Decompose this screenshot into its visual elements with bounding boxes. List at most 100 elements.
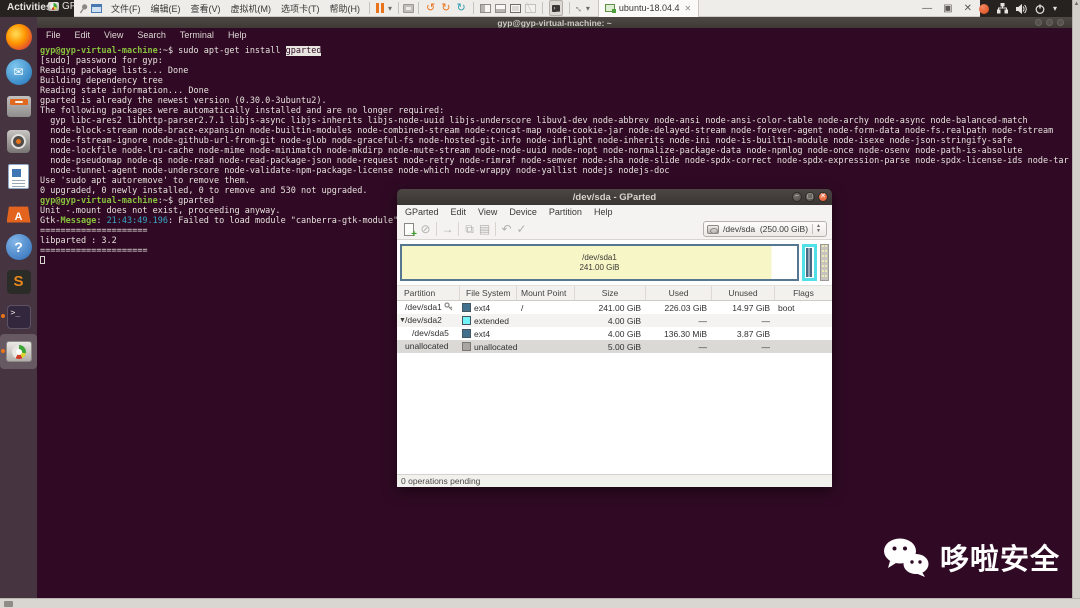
resize-move-button[interactable]: →	[440, 223, 455, 235]
new-partition-button[interactable]	[404, 222, 417, 240]
vmware-close-button[interactable]: ✕	[964, 3, 972, 14]
device-selector[interactable]: /dev/sda (250.00 GiB) ▲ ▼	[703, 221, 827, 237]
vm-pause-button[interactable]: ▾	[376, 3, 392, 13]
vm-snapshot-revert-icon[interactable]: ↻	[441, 2, 450, 14]
gparted-titlebar[interactable]: /dev/sda - GParted − ▢ ✕	[397, 189, 832, 205]
disk-icon	[707, 224, 719, 234]
terminal-line: node-tunnel-agent node-underscore node-v…	[40, 166, 670, 176]
partition-visual-extended[interactable]	[802, 244, 817, 281]
terminal-menu-edit[interactable]: Edit	[68, 29, 98, 41]
power-icon[interactable]	[1035, 4, 1045, 14]
activities-button[interactable]: Activities	[7, 2, 51, 13]
column-header-file-system[interactable]: File System	[460, 286, 517, 300]
terminal-line: node-fstream-ignore node-github-url-from…	[40, 136, 1013, 146]
vm-tab-close-icon[interactable]: ✕	[683, 4, 692, 13]
vm-menu-t[interactable]: 选项卡(T)	[276, 0, 325, 17]
column-header-flags[interactable]: Flags	[775, 286, 832, 300]
pin-icon[interactable]	[77, 1, 91, 15]
vm-console-button[interactable]: ›_	[548, 0, 563, 16]
gparted-minimize-button[interactable]: −	[792, 192, 802, 202]
partition-visual-sda1[interactable]: /dev/sda1 241.00 GiB	[400, 244, 799, 281]
focused-app-menu[interactable]: GParted	[48, 1, 75, 12]
vm-menu-h[interactable]: 帮助(H)	[325, 0, 366, 17]
vm-menu-v[interactable]: 查看(V)	[186, 0, 226, 17]
network-icon[interactable]	[997, 3, 1008, 14]
cell-partition: /dev/sda1	[397, 301, 460, 314]
libreoffice-writer-icon	[8, 164, 29, 189]
dock-item-gparted[interactable]	[0, 334, 37, 369]
dock-item-libreoffice-writer[interactable]	[0, 159, 37, 194]
dock-item-ubuntu-software[interactable]: A	[0, 194, 37, 229]
sublime-text-icon: S	[6, 269, 31, 294]
dock-item-firefox[interactable]	[0, 19, 37, 54]
gparted-menu-partition[interactable]: Partition	[543, 207, 588, 217]
paste-button[interactable]: ▤	[477, 223, 492, 235]
terminal-menu-view[interactable]: View	[97, 29, 130, 41]
partition-row-dev-sda2[interactable]: ▼/dev/sda2 extended 4.00 GiB — —	[397, 314, 832, 327]
vmware-status-icon	[4, 601, 13, 607]
partition-row-unallocated[interactable]: unallocated unallocated 5.00 GiB — —	[397, 340, 832, 353]
vm-snapshot-take-icon[interactable]: ↺	[426, 2, 435, 14]
gparted-icon	[5, 341, 32, 362]
dock-item-help[interactable]: ?	[0, 229, 37, 264]
terminal-titlebar[interactable]: gyp@gyp-virtual-machine: ~	[37, 17, 1072, 28]
gparted-menu-gparted[interactable]: GParted	[399, 207, 445, 217]
vm-resize-icon[interactable]: ↔	[571, 1, 586, 16]
vm-fullscreen-icon[interactable]	[509, 3, 521, 13]
vm-tab[interactable]: ubuntu-18.04.4 ✕	[597, 0, 700, 17]
tray-chevron-icon[interactable]: ▾	[1053, 4, 1057, 13]
vm-view-summary-icon[interactable]	[494, 3, 506, 13]
gparted-menu-help[interactable]: Help	[588, 207, 619, 217]
terminal-menu-terminal[interactable]: Terminal	[173, 29, 221, 41]
vmware-restore-button[interactable]: ▣	[943, 3, 952, 14]
vm-snapshot-manage-icon[interactable]: ↻	[456, 2, 465, 14]
vm-unity-icon[interactable]	[524, 3, 536, 13]
gparted-title: /dev/sda - GParted	[572, 191, 657, 203]
gparted-toolbar: ⊘ → ⧉ ▤ ↶ ✓ /dev/sda (250.00 GiB) ▲▼	[397, 219, 832, 240]
dock-item-rhythmbox[interactable]	[0, 124, 37, 159]
terminal-menu-help[interactable]: Help	[221, 29, 254, 41]
column-header-partition[interactable]: Partition	[397, 286, 460, 300]
vm-menu-e[interactable]: 编辑(E)	[146, 0, 186, 17]
vmware-minimize-button[interactable]: —	[922, 3, 932, 14]
volume-icon[interactable]	[1016, 3, 1027, 14]
gparted-menu-view[interactable]: View	[472, 207, 503, 217]
copy-button[interactable]: ⧉	[462, 223, 477, 235]
vm-scrollbar[interactable]: ▲	[1072, 0, 1080, 598]
gparted-menu-edit[interactable]: Edit	[445, 207, 473, 217]
device-selector-spinner[interactable]: ▲ ▼	[812, 224, 824, 234]
terminal-maximize-button[interactable]	[1046, 19, 1053, 26]
vm-window-icon[interactable]	[91, 3, 102, 13]
partition-row-dev-sda1[interactable]: /dev/sda1 ext4 / 241.00 GiB 226.03 GiB 14.97 …	[397, 301, 832, 314]
column-header-unused[interactable]: Unused	[712, 286, 775, 300]
gparted-maximize-button[interactable]: ▢	[805, 192, 815, 202]
filesystem-color-chip	[462, 303, 471, 312]
terminal-menu-search[interactable]: Search	[130, 29, 173, 41]
undo-button[interactable]: ↶	[499, 223, 514, 235]
dock-item-files[interactable]	[0, 89, 37, 124]
terminal-line: [sudo] password for gyp:	[40, 56, 163, 66]
expander-icon[interactable]: ▼	[399, 314, 406, 327]
running-indicator	[1, 314, 5, 318]
column-header-size[interactable]: Size	[575, 286, 646, 300]
vm-menu-m[interactable]: 虚拟机(M)	[226, 0, 277, 17]
vm-send-key-icon[interactable]	[403, 3, 415, 13]
column-header-mount-point[interactable]: Mount Point	[517, 286, 575, 300]
terminal-menu-file[interactable]: File	[39, 29, 68, 41]
gparted-menu-device[interactable]: Device	[503, 207, 543, 217]
terminal-close-button[interactable]	[1057, 19, 1064, 26]
dock-item-sublime-text[interactable]: S	[0, 264, 37, 299]
apply-button[interactable]: ✓	[514, 223, 529, 235]
partition-visual-unallocated[interactable]	[820, 244, 829, 281]
gparted-close-button[interactable]: ✕	[818, 192, 828, 202]
vm-view-console-icon[interactable]	[479, 3, 491, 13]
dock-item-thunderbird[interactable]: ✉	[0, 54, 37, 89]
firefox-icon	[5, 23, 32, 50]
delete-partition-button[interactable]: ⊘	[418, 223, 433, 235]
dock-item-terminal[interactable]: >_	[0, 299, 37, 334]
terminal-minimize-button[interactable]	[1035, 19, 1042, 26]
gparted-window[interactable]: /dev/sda - GParted − ▢ ✕ GParted Edit View…	[397, 189, 832, 487]
vm-menu-f[interactable]: 文件(F)	[106, 0, 146, 17]
column-header-used[interactable]: Used	[646, 286, 712, 300]
partition-row-dev-sda5[interactable]: /dev/sda5 ext4 4.00 GiB 136.30 MiB 3.87 GiB	[397, 327, 832, 340]
